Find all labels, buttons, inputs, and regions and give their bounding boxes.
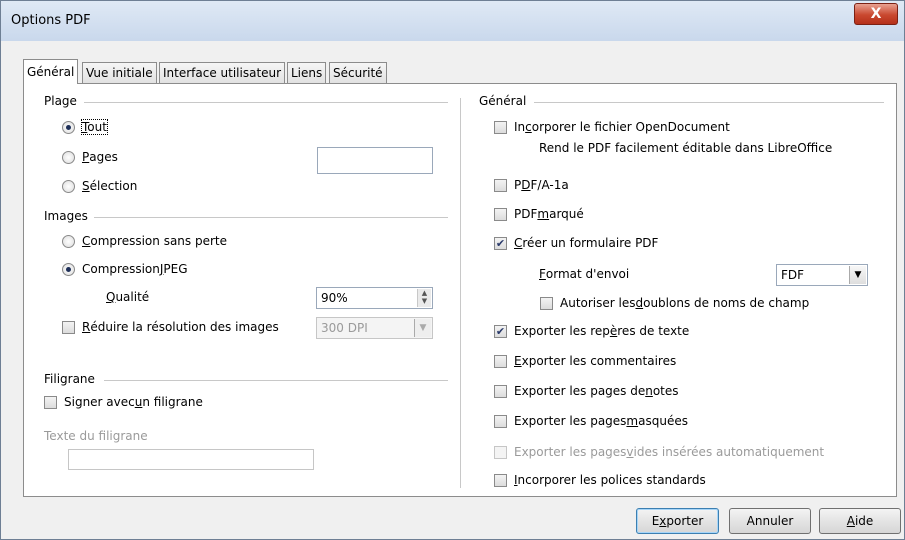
spin-arrows-icon[interactable]: ▲ ▼ — [417, 289, 431, 307]
checkbox-box — [494, 414, 507, 428]
pages-input[interactable] — [317, 147, 433, 174]
create-form-checkbox[interactable]: ✔ Créer un formulaire PDF — [494, 236, 658, 250]
column-divider — [460, 98, 461, 488]
export-button[interactable]: Exporter — [636, 508, 719, 534]
watermark-text-label: Texte du filigrane — [44, 429, 148, 443]
divider — [94, 217, 448, 218]
export-hidden-pages-checkbox[interactable]: Exporter les pages m asquées — [494, 414, 688, 428]
tab-security[interactable]: Sécurité — [329, 62, 387, 83]
general-tab-panel: Plage Tout Pages Sélection Images Compre… — [23, 83, 897, 497]
checkmark-icon: ✔ — [494, 236, 507, 250]
quality-spinbox[interactable]: 90% ▲ ▼ — [316, 287, 433, 309]
help-button[interactable]: Aide — [819, 508, 901, 534]
radio-lossless-compression[interactable]: Compression sans perte — [62, 234, 227, 248]
section-title-range: Plage — [44, 94, 77, 108]
quality-value: 90% — [321, 291, 348, 305]
radio-pages-mnemonic: P — [82, 150, 90, 164]
cancel-button[interactable]: Annuler — [729, 508, 811, 534]
reduce-resolution-checkbox[interactable]: Réduire la résolution des images — [62, 320, 279, 334]
checkbox-box — [494, 120, 507, 134]
tab-initial-view[interactable]: Vue initiale — [82, 62, 157, 83]
radio-indicator — [62, 179, 75, 193]
embed-hint-text: Rend le PDF facilement éditable dans Lib… — [539, 141, 833, 155]
radio-indicator — [62, 150, 75, 164]
radio-selection[interactable]: Sélection — [62, 179, 137, 193]
pdf-options-dialog: Options PDF X Général Vue initiale Inter… — [0, 0, 905, 540]
radio-indicator — [62, 120, 75, 134]
checkmark-icon: ✔ — [494, 324, 507, 338]
submit-format-label: Format d'envoi — [539, 267, 630, 281]
submit-format-select[interactable]: FDF ▼ — [776, 264, 868, 286]
tab-user-interface[interactable]: Interface utilisateur — [159, 62, 286, 83]
section-title-images: Images — [44, 209, 88, 223]
radio-indicator — [62, 262, 75, 276]
resolution-value: 300 DPI — [321, 321, 368, 335]
checkbox-box — [494, 354, 507, 368]
window-title: Options PDF — [11, 13, 91, 28]
tab-general[interactable]: Général — [23, 59, 79, 84]
embed-standard-fonts-checkbox[interactable]: Incorporer les polices standards — [494, 473, 706, 487]
export-empty-pages-checkbox[interactable]: Exporter les pages v ides insérées automa… — [494, 445, 824, 459]
resolution-select[interactable]: 300 DPI ▼ — [316, 317, 433, 339]
section-title-general: Général — [479, 94, 527, 108]
close-icon: X — [870, 6, 882, 22]
radio-lossless-label: ompression sans perte — [90, 234, 227, 248]
radio-jpeg-label: Compression — [82, 262, 160, 276]
submit-format-value: FDF — [781, 268, 805, 282]
checkbox-box — [494, 178, 507, 192]
watermark-text-input[interactable] — [68, 449, 314, 470]
quality-label: Qualité — [106, 290, 150, 304]
section-title-watermark: Filigrane — [44, 372, 95, 386]
reduce-resolution-label: éduire la résolution des images — [90, 320, 279, 334]
sign-watermark-checkbox[interactable]: Signer avec un filigrane — [44, 395, 203, 409]
chevron-down-icon: ▼ — [414, 319, 431, 337]
radio-selection-mnemonic: S — [82, 179, 90, 193]
export-comments-checkbox[interactable]: Exporter les commentaires — [494, 354, 676, 368]
radio-all-label: out — [87, 120, 107, 134]
radio-indicator — [62, 234, 75, 248]
export-notes-pages-checkbox[interactable]: Exporter les pages de n otes — [494, 384, 679, 398]
checkbox-box — [540, 296, 553, 310]
embed-opendocument-checkbox[interactable]: In c orporer le fichier OpenDocument — [494, 120, 730, 134]
pdfa-checkbox[interactable]: P D F/A-1a — [494, 178, 569, 192]
title-bar: Options PDF X — [1, 1, 904, 41]
allow-duplicate-names-checkbox[interactable]: Autoriser les d oublons de noms de champ — [540, 296, 809, 310]
radio-pages[interactable]: Pages — [62, 150, 118, 164]
checkbox-box — [494, 473, 507, 487]
checkbox-box — [62, 320, 75, 334]
radio-jpeg-compression[interactable]: Compression J PEG — [62, 262, 188, 276]
chevron-down-icon[interactable]: ▼ — [849, 266, 866, 284]
export-bookmarks-checkbox[interactable]: ✔ Exporter les rep è res de texte — [494, 324, 689, 338]
checkbox-box — [494, 445, 507, 459]
radio-all[interactable]: Tout — [62, 119, 108, 135]
tagged-pdf-checkbox[interactable]: PDF m arqué — [494, 207, 584, 221]
divider — [84, 102, 448, 103]
close-button[interactable]: X — [854, 3, 898, 25]
checkbox-box — [494, 207, 507, 221]
checkbox-box — [494, 384, 507, 398]
divider — [104, 380, 448, 381]
radio-selection-label: élection — [89, 179, 138, 193]
tab-links[interactable]: Liens — [287, 62, 327, 83]
radio-pages-label: ages — [89, 150, 118, 164]
checkbox-box — [44, 395, 57, 409]
divider — [534, 102, 884, 103]
